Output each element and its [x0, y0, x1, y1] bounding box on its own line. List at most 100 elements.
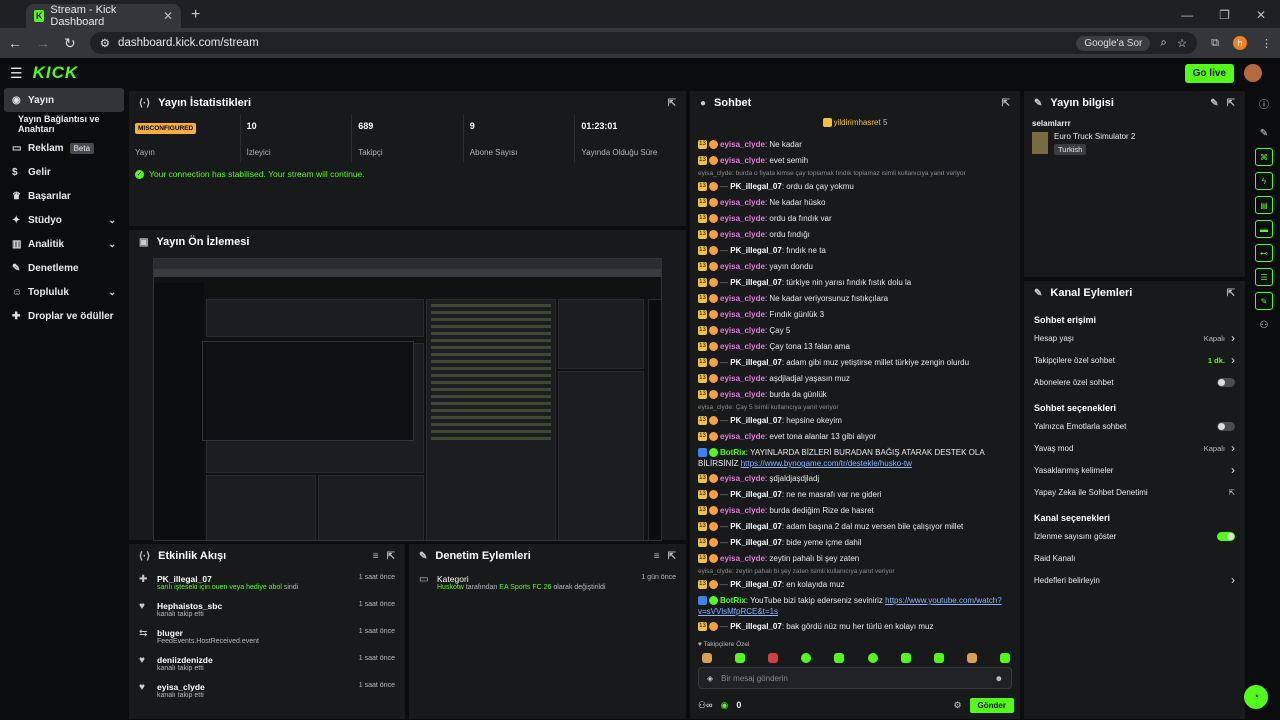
- stats-rail-icon[interactable]: ⌘: [1255, 148, 1273, 166]
- chat-message[interactable]: 13 eyisa_clyde: Ne kadar veriyorsunuz fıs…: [698, 291, 1014, 307]
- chat-username[interactable]: eyisa_clyde: [720, 140, 765, 149]
- sidebar-item[interactable]: $ Gelir: [0, 160, 128, 184]
- setting-row[interactable]: Abonelere özel sohbet: [1024, 371, 1245, 393]
- emote-icon[interactable]: [834, 653, 845, 663]
- chat-message[interactable]: 13 eyisa_clyde: burda da günlük: [698, 387, 1014, 403]
- emote-icon[interactable]: [801, 653, 812, 663]
- chat-message[interactable]: 13— PK_illegal_07: hepsine okeyim: [698, 413, 1014, 429]
- extensions-icon[interactable]: ⧉: [1211, 37, 1219, 50]
- chat-message[interactable]: 13 eyisa_clyde: evet semih: [698, 153, 1014, 169]
- chat-username[interactable]: eyisa_clyde: [720, 294, 765, 303]
- emote-icon[interactable]: [966, 653, 977, 663]
- chat-message[interactable]: 13— PK_illegal_07: ne ne masrafı var ne …: [698, 487, 1014, 503]
- tools-icon[interactable]: ✎: [1255, 292, 1273, 310]
- sidebar-item[interactable]: ▥ Analitik ⌄: [0, 232, 128, 256]
- activity-user[interactable]: deniizdenizde: [157, 655, 213, 665]
- chat-messages[interactable]: 13 eyisa_clyde: Ne kadar 13 eyisa_clyde: ev…: [698, 137, 1014, 637]
- lightning-icon[interactable]: ϟ: [1255, 172, 1273, 190]
- edit-icon[interactable]: ✎: [1210, 98, 1218, 109]
- chat-message[interactable]: 13— PK_illegal_07: en kolayıda muz: [698, 577, 1014, 593]
- sidebar-item[interactable]: ▭ Reklam Beta: [0, 136, 128, 160]
- activity-user[interactable]: PK_illegal_07: [157, 574, 298, 584]
- emote-icon[interactable]: [768, 653, 779, 663]
- chat-username[interactable]: eyisa_clyde: [720, 230, 765, 239]
- emote-icon[interactable]: [900, 653, 911, 663]
- maximize-icon[interactable]: ❐: [1219, 8, 1230, 22]
- chat-message[interactable]: 13— PK_illegal_07: bide yeme içme dahil: [698, 535, 1014, 551]
- wrench-icon[interactable]: ✎: [1255, 124, 1273, 142]
- chat-message[interactable]: 13— PK_illegal_07: adam gibi muz yetişti…: [698, 355, 1014, 371]
- chat-message[interactable]: 13 eyisa_clyde: evet tona alanlar 13 gibi…: [698, 429, 1014, 445]
- chat-username[interactable]: PK_illegal_07: [730, 538, 782, 547]
- chat-message[interactable]: 13 eyisa_clyde: zeytin pahalı bi şey zate…: [698, 551, 1014, 567]
- emoji-icon[interactable]: ☻: [995, 674, 1003, 683]
- ask-google-button[interactable]: Google'a Sor: [1076, 35, 1151, 51]
- share-icon[interactable]: ⚇: [1255, 316, 1273, 334]
- bookmark-star-icon[interactable]: ☆: [1177, 36, 1187, 50]
- chevron-right-icon[interactable]: ›: [1231, 331, 1235, 345]
- chat-message[interactable]: 13 eyisa_clyde: Fındık günlük 3: [698, 307, 1014, 323]
- toggle-switch[interactable]: [1217, 421, 1235, 431]
- emote-icon[interactable]: [735, 653, 746, 663]
- chat-message[interactable]: 13— PK_illegal_07: fındık ne ta: [698, 243, 1014, 259]
- chat-message[interactable]: 13— PK_illegal_07: bak gördü nüz mu her …: [698, 619, 1014, 635]
- sidebar-item[interactable]: ☺ Topluluk ⌄: [0, 280, 128, 304]
- activity-user[interactable]: eyisa_clyde: [157, 682, 205, 692]
- list-icon[interactable]: ☰: [1255, 268, 1273, 286]
- chat-message[interactable]: 13 eyisa_clyde: ordu fındığı: [698, 227, 1014, 243]
- chat-username[interactable]: eyisa_clyde: [720, 326, 765, 335]
- chat-message[interactable]: 13 eyisa_clyde: şdjaldjaşdjladj: [698, 471, 1014, 487]
- chat-username[interactable]: PK_illegal_07: [730, 580, 782, 589]
- popout-icon[interactable]: ⇱: [668, 98, 676, 109]
- chat-username[interactable]: PK_illegal_07: [730, 358, 782, 367]
- setting-row[interactable]: Yasaklanmış kelimeler ›: [1024, 459, 1245, 481]
- menu-dots-icon[interactable]: ⋮: [1261, 37, 1272, 50]
- minimize-icon[interactable]: —: [1181, 8, 1193, 22]
- chat-message[interactable]: 13 eyisa_clyde: burda dediğim Rize de has…: [698, 503, 1014, 519]
- chevron-right-icon[interactable]: ›: [1231, 463, 1235, 477]
- chevron-right-icon[interactable]: ›: [1231, 573, 1235, 587]
- chat-settings-icon[interactable]: ⚙: [953, 700, 961, 711]
- chat-username[interactable]: PK_illegal_07: [730, 416, 782, 425]
- browser-tab[interactable]: K Stream - Kick Dashboard ✕: [26, 4, 181, 28]
- sidebar-item[interactable]: ✚ Droplar ve ödüller: [0, 304, 128, 328]
- chat-username[interactable]: PK_illegal_07: [730, 246, 782, 255]
- chat-username[interactable]: eyisa_clyde: [720, 374, 765, 383]
- emote-icon[interactable]: [999, 653, 1010, 663]
- popout-icon[interactable]: ⇱: [1227, 98, 1235, 109]
- chevron-right-icon[interactable]: ›: [1231, 353, 1235, 367]
- chat-fab-icon[interactable]: ◔: [1244, 685, 1268, 709]
- chat-username[interactable]: PK_illegal_07: [730, 522, 782, 531]
- popout-icon[interactable]: ⇱: [387, 551, 395, 562]
- toggle-switch[interactable]: [1217, 377, 1235, 387]
- zoom-icon[interactable]: ⌕: [1160, 37, 1166, 50]
- activity-user[interactable]: Hephaistos_sbc: [157, 601, 222, 611]
- chat-message[interactable]: BotRix: YAYINLARDA BİZLERİ BURADAN BAĞIŞ…: [698, 445, 1014, 471]
- site-info-icon[interactable]: ⚙: [100, 36, 110, 50]
- chevron-down-icon[interactable]: ⌄: [108, 287, 116, 298]
- chat-username[interactable]: eyisa_clyde: [720, 262, 765, 271]
- popout-icon[interactable]: ⇱: [1227, 288, 1235, 299]
- close-window-icon[interactable]: ✕: [1256, 8, 1266, 22]
- chat-message[interactable]: 13 eyisa_clyde: Çay 5: [698, 323, 1014, 339]
- chevron-down-icon[interactable]: ⌄: [108, 215, 116, 226]
- info-icon[interactable]: ⓘ: [1255, 94, 1273, 112]
- document-icon[interactable]: ▤: [1255, 196, 1273, 214]
- toggle-switch[interactable]: [1217, 531, 1235, 541]
- sidebar-item[interactable]: ♛ Başarılar: [0, 184, 128, 208]
- chat-message[interactable]: 13— PK_illegal_07: ordu da çay yokmu: [698, 179, 1014, 195]
- forward-icon[interactable]: →: [36, 35, 50, 51]
- chat-tools-icon[interactable]: ⚇∞: [698, 700, 712, 711]
- players-icon[interactable]: ⊷: [1255, 244, 1273, 262]
- chat-message[interactable]: BotRix: YouTube bizi takip ederseniz sev…: [698, 593, 1014, 619]
- user-avatar[interactable]: [1244, 64, 1262, 82]
- setting-row[interactable]: Yavaş mod Kapalı ›: [1024, 437, 1245, 459]
- chat-username[interactable]: eyisa_clyde: [720, 310, 765, 319]
- sidebar-item[interactable]: ✎ Denetleme: [0, 256, 128, 280]
- activity-user[interactable]: bluger: [157, 628, 259, 638]
- filter-icon[interactable]: ≡: [373, 551, 379, 562]
- popout-icon[interactable]: ⇱: [668, 551, 676, 562]
- chat-username[interactable]: eyisa_clyde: [720, 156, 765, 165]
- chat-username[interactable]: PK_illegal_07: [730, 278, 782, 287]
- chat-username[interactable]: BotRix: [720, 596, 746, 605]
